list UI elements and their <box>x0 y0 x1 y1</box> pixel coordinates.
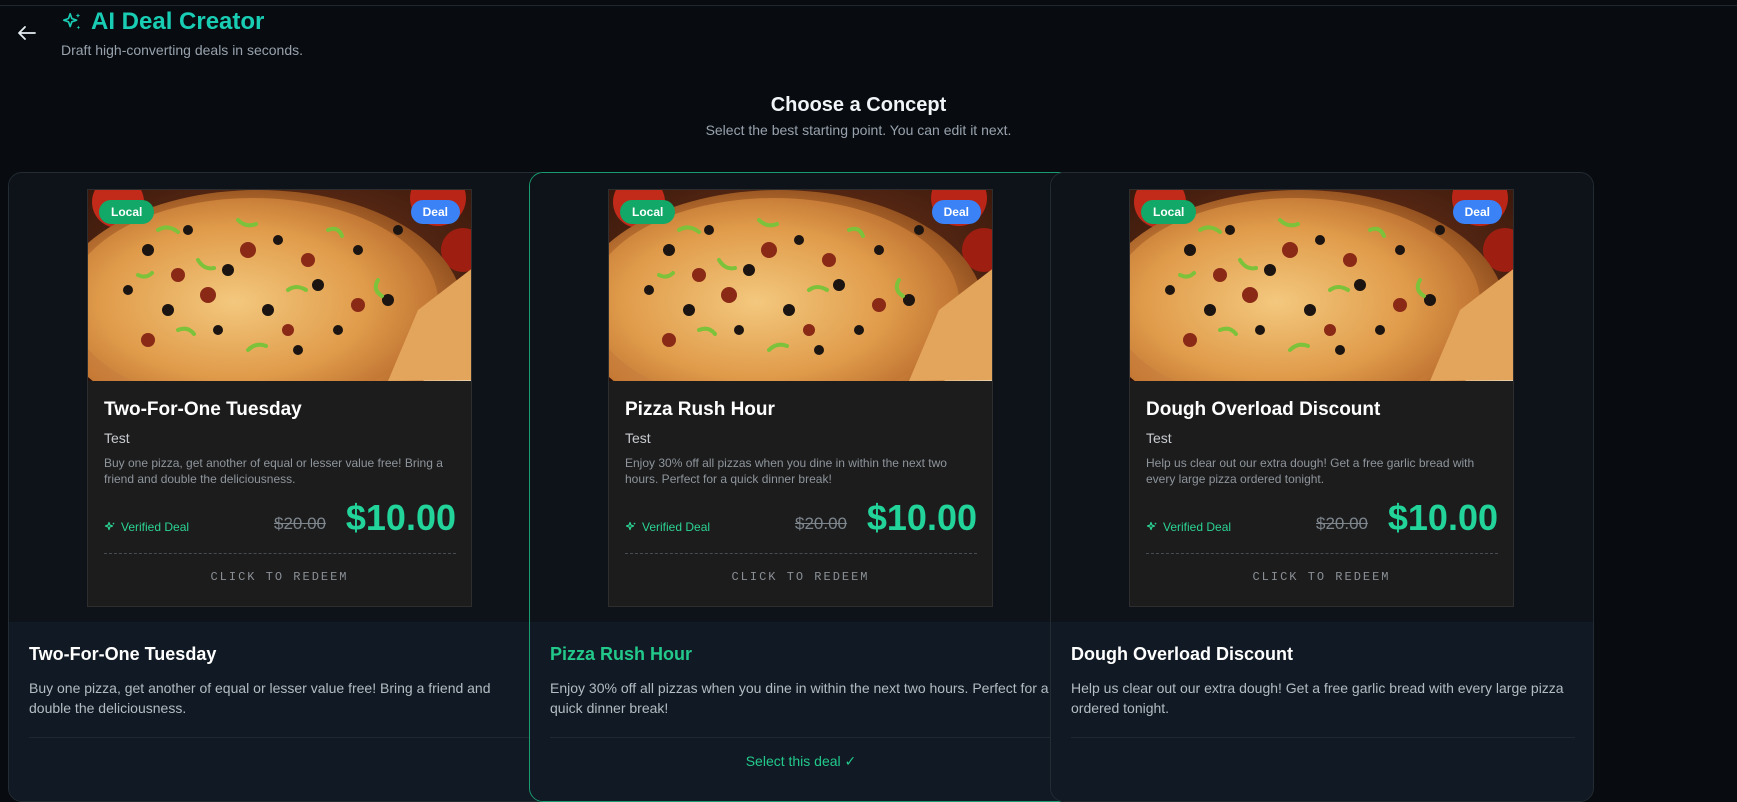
sparkles-icon <box>1146 521 1157 531</box>
sparkles-icon <box>62 12 81 30</box>
dashed-divider <box>625 553 977 554</box>
concept-title: Two-For-One Tuesday <box>29 644 217 664</box>
deal-price: $10.00 <box>1387 497 1498 538</box>
concept-description: Help us clear out our extra dough! Get a… <box>1071 680 1564 716</box>
dashed-divider <box>1146 553 1498 554</box>
local-badge: Local <box>99 200 155 224</box>
verified-label: Verified Deal <box>642 520 711 534</box>
original-price: $20.00 <box>1316 514 1368 533</box>
preview-description: Enjoy 30% off all pizzas when you dine i… <box>625 456 947 486</box>
card-info-area: Pizza Rush Hour Enjoy 30% off all pizzas… <box>530 622 1072 801</box>
concept-card[interactable]: Local Deal Dough Overload Discount Test … <box>1050 172 1594 802</box>
card-preview-area: Local Deal Dough Overload Discount Test … <box>1051 173 1593 622</box>
verified-label: Verified Deal <box>121 520 190 534</box>
concept-card[interactable]: Local Deal Two-For-One Tuesday Test Buy … <box>8 172 552 802</box>
preview-description: Buy one pizza, get another of equal or l… <box>104 456 443 486</box>
deal-preview: Local Deal Pizza Rush Hour Test Enjoy 30… <box>608 189 993 607</box>
preview-title: Pizza Rush Hour <box>625 399 775 420</box>
preview-subtitle: Test <box>625 430 651 446</box>
deal-price: $10.00 <box>866 497 977 538</box>
sparkles-icon <box>625 521 636 531</box>
card-divider <box>29 737 533 738</box>
deal-badge: Deal <box>931 200 981 224</box>
dashed-divider <box>104 553 456 554</box>
arrow-left-icon <box>18 26 36 40</box>
verified-deal: Verified Deal <box>1146 520 1231 534</box>
original-price: $20.00 <box>795 514 847 533</box>
deal-preview: Local Deal Two-For-One Tuesday Test Buy … <box>87 189 472 607</box>
top-divider <box>0 5 1737 6</box>
card-preview-area: Local Deal Two-For-One Tuesday Test Buy … <box>9 173 551 622</box>
page-title: AI Deal Creator <box>61 8 264 36</box>
card-divider <box>1071 737 1575 738</box>
concept-description: Buy one pizza, get another of equal or l… <box>29 680 491 716</box>
deal-price: $10.00 <box>345 497 456 538</box>
card-divider <box>550 737 1054 738</box>
section-description: Select the best starting point. You can … <box>705 122 1012 138</box>
redeem-button[interactable]: CLICK TO REDEEM <box>88 570 471 584</box>
preview-subtitle: Test <box>1146 430 1172 446</box>
verified-deal: Verified Deal <box>104 520 189 534</box>
deal-badge: Deal <box>1452 200 1502 224</box>
card-info-area: Dough Overload Discount Help us clear ou… <box>1051 622 1593 801</box>
redeem-button[interactable]: CLICK TO REDEEM <box>609 570 992 584</box>
card-preview-area: Local Deal Pizza Rush Hour Test Enjoy 30… <box>530 173 1072 622</box>
preview-description: Help us clear out our extra dough! Get a… <box>1146 456 1475 486</box>
page-title-text: AI Deal Creator <box>91 8 265 35</box>
section-heading: Choose a Concept <box>770 94 947 116</box>
deal-badge: Deal <box>410 200 460 224</box>
preview-title: Two-For-One Tuesday <box>104 399 302 420</box>
verified-label: Verified Deal <box>1163 520 1232 534</box>
redeem-button[interactable]: CLICK TO REDEEM <box>1130 570 1513 584</box>
sparkles-icon <box>104 521 115 531</box>
local-badge: Local <box>620 200 676 224</box>
page-subtitle: Draft high-converting deals in seconds. <box>61 42 304 58</box>
back-button[interactable] <box>14 22 40 44</box>
local-badge: Local <box>1141 200 1197 224</box>
preview-title: Dough Overload Discount <box>1146 399 1381 420</box>
preview-subtitle: Test <box>104 430 130 446</box>
original-price: $20.00 <box>274 514 326 533</box>
concept-description: Enjoy 30% off all pizzas when you dine i… <box>550 680 1049 716</box>
concept-title: Pizza Rush Hour <box>550 644 693 664</box>
deal-preview: Local Deal Dough Overload Discount Test … <box>1129 189 1514 607</box>
card-info-area: Two-For-One Tuesday Buy one pizza, get a… <box>9 622 551 801</box>
concept-title: Dough Overload Discount <box>1071 644 1294 664</box>
verified-deal: Verified Deal <box>625 520 710 534</box>
select-deal-button[interactable]: Select this deal ✓ <box>530 753 1072 770</box>
concept-card[interactable]: Local Deal Pizza Rush Hour Test Enjoy 30… <box>529 172 1073 802</box>
